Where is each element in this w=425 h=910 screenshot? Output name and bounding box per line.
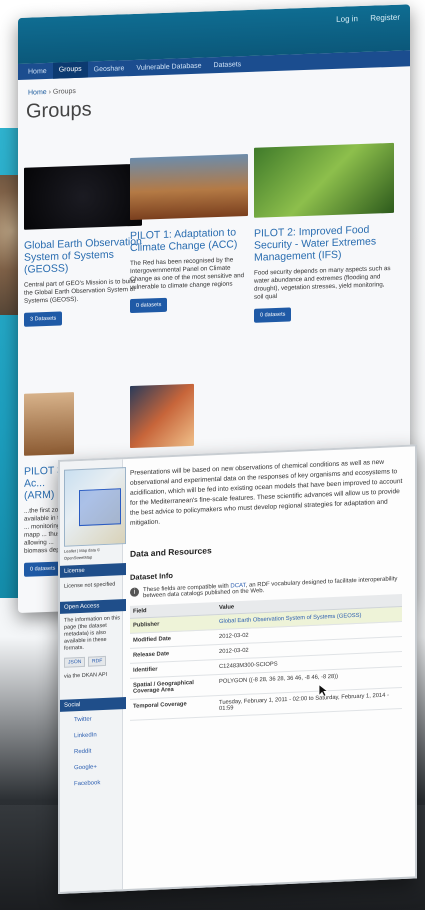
rdf-format-button[interactable]: RDF xyxy=(88,655,107,667)
group-thumbnail[interactable] xyxy=(24,163,142,230)
dataset-info-table: Field Value Publisher Global Earth Obser… xyxy=(130,593,402,721)
group-description: Central part of GEO's Mission is to buil… xyxy=(24,277,136,305)
group-thumbnail[interactable] xyxy=(130,153,248,221)
groups-grid: Global Earth Observation System of Syste… xyxy=(18,132,410,577)
license-heading: License xyxy=(60,563,126,578)
nav-datasets[interactable]: Datasets xyxy=(208,60,248,69)
share-reddit[interactable]: Reddit xyxy=(74,749,91,756)
group-datasets-button[interactable]: 0 datasets xyxy=(130,297,168,314)
group-card xyxy=(130,383,194,449)
share-twitter[interactable]: Twitter xyxy=(74,717,92,724)
data-resources-heading: Data and Resources xyxy=(130,545,212,559)
share-google-plus[interactable]: Google+ xyxy=(74,764,97,771)
open-access-heading: Open Access xyxy=(60,599,126,614)
group-datasets-button[interactable]: 0 datasets xyxy=(254,307,292,323)
dataset-content: Presentations will be based on new obser… xyxy=(130,457,405,721)
json-format-button[interactable]: JSON xyxy=(64,656,86,668)
group-title[interactable]: Global Earth Observation System of Syste… xyxy=(24,236,142,276)
header-links: Log in Register xyxy=(326,13,400,25)
social-heading: Social xyxy=(60,697,126,712)
group-datasets-button[interactable]: 0 datasets xyxy=(24,561,62,577)
group-description: Food security depends on many aspects su… xyxy=(254,264,391,301)
login-link[interactable]: Log in xyxy=(336,14,358,24)
nav-home[interactable]: Home xyxy=(22,67,53,75)
coverage-polygon xyxy=(79,488,121,527)
register-link[interactable]: Register xyxy=(370,13,400,23)
nav-geoshare[interactable]: Geoshare xyxy=(88,65,131,73)
group-card: PILOT 1: Adaptation to Climate Change (A… xyxy=(130,153,248,314)
nav-groups[interactable]: Groups xyxy=(52,61,88,79)
group-thumbnail[interactable] xyxy=(130,383,194,449)
info-icon: i xyxy=(130,587,139,597)
group-thumbnail[interactable] xyxy=(254,142,394,218)
breadcrumb-home[interactable]: Home xyxy=(28,89,47,97)
nav-vulnerable-database[interactable]: Vulnerable Database xyxy=(130,62,207,72)
group-datasets-button[interactable]: 3 Datasets xyxy=(24,311,63,327)
group-title[interactable]: PILOT 2: Improved Food Security - Water … xyxy=(254,223,394,264)
group-card: PILOT 2: Improved Food Security - Water … xyxy=(254,142,394,323)
group-title[interactable]: PILOT 1: Adaptation to Climate Change (A… xyxy=(130,226,248,254)
api-text: via the DKAN API xyxy=(64,671,108,680)
group-thumbnail[interactable] xyxy=(24,392,74,456)
open-access-text: The information on this page (the datase… xyxy=(64,615,120,652)
dataset-page-screenshot: Leaflet | Map data © OpenStreetMap Licen… xyxy=(58,444,417,894)
dataset-description: Presentations will be based on new obser… xyxy=(130,458,403,527)
share-linkedin[interactable]: LinkedIn xyxy=(74,732,97,739)
group-card: Global Earth Observation System of Syste… xyxy=(24,163,142,327)
license-text: License not specified xyxy=(64,581,116,590)
map-credit: Leaflet | Map data © OpenStreetMap xyxy=(64,547,101,561)
dataset-sidebar: Leaflet | Map data © OpenStreetMap Licen… xyxy=(60,459,126,892)
coverage-map[interactable] xyxy=(64,467,126,547)
share-facebook[interactable]: Facebook xyxy=(74,780,100,787)
group-description: The Red has been recognised by the Inter… xyxy=(130,256,245,292)
mouse-pointer-icon xyxy=(318,683,328,697)
publisher-link[interactable]: Global Earth Observation System of Syste… xyxy=(219,613,361,625)
breadcrumb-current: Groups xyxy=(52,87,76,96)
field-cell: Temporal Coverage xyxy=(130,695,216,721)
